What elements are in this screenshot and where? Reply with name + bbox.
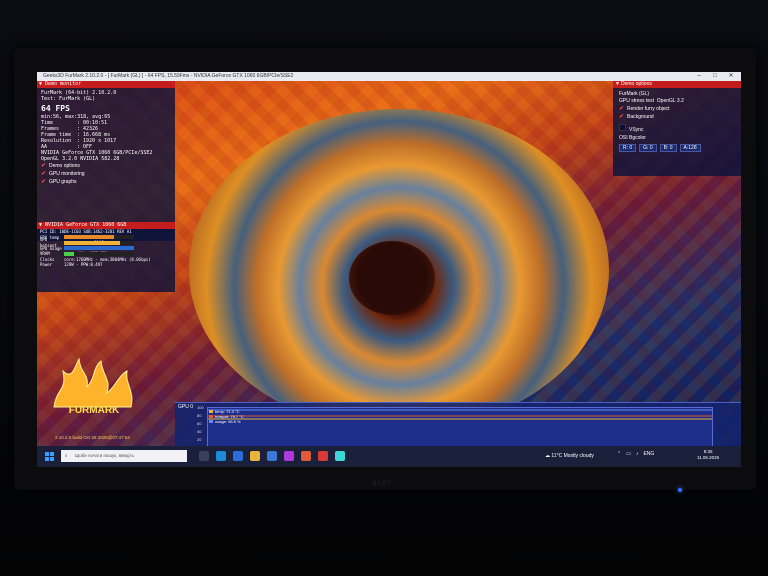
power-line: Power 129W - PPW:0.497 (40, 262, 103, 267)
mail-icon[interactable] (267, 451, 277, 461)
close-button[interactable]: ✕ (725, 72, 737, 81)
build-version: 2.10.2.0 build Oct 28 2025@07:47:52 (55, 435, 130, 440)
app-icon[interactable] (284, 451, 294, 461)
gpu-monitoring-checkbox[interactable]: ✔ GPU monitoring (41, 170, 171, 178)
taskbar-pinned-apps (199, 451, 345, 461)
search-icon: ⌕ (65, 453, 68, 458)
gpu-stat-bar (64, 251, 134, 256)
gpu-stat-bar-fill (64, 240, 120, 245)
monitor-screen: Geeks3D FurMark 2.10.2.0 - [ FurMark (GL… (37, 72, 741, 467)
check-icon: ✔ (619, 114, 625, 120)
graph-legend: temp: 71.3 °C hotspot: 79.7 °C usage: 98… (209, 409, 244, 424)
windows-taskbar: ⌕ Щоби почати пошук, введіть ☁ 11°C Most… (37, 446, 741, 467)
clock-date: 11.06.2026 (697, 455, 720, 460)
collapse-triangle-icon: ▼ (615, 81, 620, 87)
bgcolor-inputs: R: 0 G: 0 B: 0 A:128 (619, 144, 735, 152)
language-indicator[interactable]: ENG (643, 451, 654, 457)
window-titlebar: Geeks3D FurMark 2.10.2.0 - [ FurMark (GL… (37, 72, 741, 81)
demo-monitor-header[interactable]: ▼ Demo monitor (37, 81, 175, 88)
graph-y-tick: 60 (197, 421, 202, 426)
gpu-stat-bar (64, 240, 134, 245)
file-explorer-icon[interactable] (250, 451, 260, 461)
search-placeholder: Щоби почати пошук, введіть (75, 453, 134, 458)
volume-icon[interactable]: ♪ (636, 451, 639, 457)
bgcolor-r-input[interactable]: R: 0 (619, 144, 637, 152)
task-view-icon[interactable] (199, 451, 209, 461)
power-led (678, 488, 682, 492)
demo-options-title: Demo options (621, 81, 652, 87)
demo-monitor-title: Demo monitor (45, 81, 82, 87)
network-icon[interactable]: ▭ (626, 451, 631, 457)
render-furry-checkbox[interactable]: ✔ Render furry object (619, 105, 735, 113)
stress-test-row: GPU stress test OpenGL 3.2 (619, 98, 684, 104)
demo-name: FurMark (GL) (619, 91, 649, 97)
gpu-monitor-panel: ▼ NVIDIA GeForce GTX 1060 6GB PCI ID: 10… (37, 222, 175, 292)
graph-lines (208, 409, 712, 420)
test-name-line: Test: FurMark (GL) (41, 96, 96, 102)
demo-options-panel: ▼ Demo options FurMark (GL) GPU stress t… (613, 81, 741, 176)
graph-plot-area (207, 407, 713, 447)
vsync-checkbox[interactable]: VSync (619, 124, 735, 133)
furry-object-center (349, 241, 435, 315)
check-icon: ✔ (41, 179, 47, 185)
gpu-panel-title: NVIDIA GeForce GTX 1060 6GB (45, 222, 127, 228)
gpu-stat-bar (64, 246, 134, 251)
bgcolor-b-input[interactable]: B: 0 (659, 144, 677, 152)
edge-icon[interactable] (216, 451, 226, 461)
fps-readout: 64 FPS (41, 104, 70, 113)
demo-options-checkbox[interactable]: ✔ Demo options (41, 162, 171, 170)
legend-swatch (209, 415, 213, 418)
furmark-logo-text: FURMARK (69, 405, 120, 415)
check-icon: ✔ (41, 171, 47, 177)
gpu-stat-bar-fill (64, 246, 134, 251)
windows-start-icon[interactable] (45, 452, 54, 461)
system-tray: ⌃ ▭ ♪ ENG (617, 451, 654, 457)
chevron-up-icon[interactable]: ⌃ (617, 451, 621, 457)
maximize-button[interactable]: □ (709, 72, 721, 81)
taskbar-search-input[interactable]: ⌕ Щоби почати пошук, введіть (61, 450, 187, 462)
collapse-triangle-icon: ▼ (39, 222, 43, 228)
weather-widget[interactable]: ☁ 11°C Mostly cloudy (545, 450, 594, 462)
graph-y-tick: 40 (197, 429, 202, 434)
collapse-triangle-icon: ▼ (39, 81, 43, 87)
monitor-brand-logo: acer (372, 478, 392, 487)
graph-gpu-label: GPU 0 (178, 404, 194, 410)
photo-scene: acer Geeks3D FurMark 2.10.2.0 - [ FurMar… (0, 0, 768, 576)
window-title: Geeks3D FurMark 2.10.2.0 - [ FurMark (GL… (43, 73, 294, 79)
background-checkbox[interactable]: ✔ Background (619, 113, 735, 121)
minimize-button[interactable]: – (693, 72, 705, 81)
gpu-graph-panel: GPU 0 100 80 60 40 20 temp: 71.3 °C hots… (175, 402, 741, 447)
check-icon: ✔ (41, 163, 47, 169)
graph-y-tick: 20 (197, 437, 202, 442)
stress-test-select[interactable]: OpenGL 3.2 (657, 98, 684, 104)
furmark-taskbar-icon[interactable] (318, 451, 328, 461)
gpu-graphs-checkbox[interactable]: ✔ GPU graphs (41, 178, 171, 186)
legend-swatch (209, 410, 213, 413)
taskbar-clock[interactable]: 8:35 11.06.2026 (697, 449, 719, 461)
bgcolor-a-input[interactable]: A:128 (679, 144, 701, 152)
graph-y-tick: 100 (197, 405, 204, 410)
bgcolor-label: OSI Bgcolor (619, 135, 646, 141)
app-icon[interactable] (301, 451, 311, 461)
app-icon[interactable] (233, 451, 243, 461)
gpu-panel-header[interactable]: ▼ NVIDIA GeForce GTX 1060 6GB (37, 222, 175, 229)
graph-y-tick: 80 (197, 413, 202, 418)
gpu-stat-bar-fill (64, 235, 114, 240)
gpu-stat-bar (64, 235, 134, 240)
gpu-stat-bar-fill (64, 251, 74, 256)
furmark-flame-logo: FURMARK (53, 357, 133, 415)
legend-swatch (209, 420, 213, 423)
check-icon: ✔ (619, 106, 625, 112)
bgcolor-g-input[interactable]: G: 0 (639, 144, 657, 152)
unchecked-box-icon (619, 124, 626, 131)
app-icon[interactable] (335, 451, 345, 461)
demo-monitor-panel: ▼ Demo monitor FurMark (64-bit) 2.10.2.0… (37, 81, 175, 241)
legend-usage: usage: 98.5 % (209, 419, 244, 424)
cloud-icon: ☁ (545, 453, 550, 459)
demo-options-header[interactable]: ▼ Demo options (613, 81, 741, 88)
